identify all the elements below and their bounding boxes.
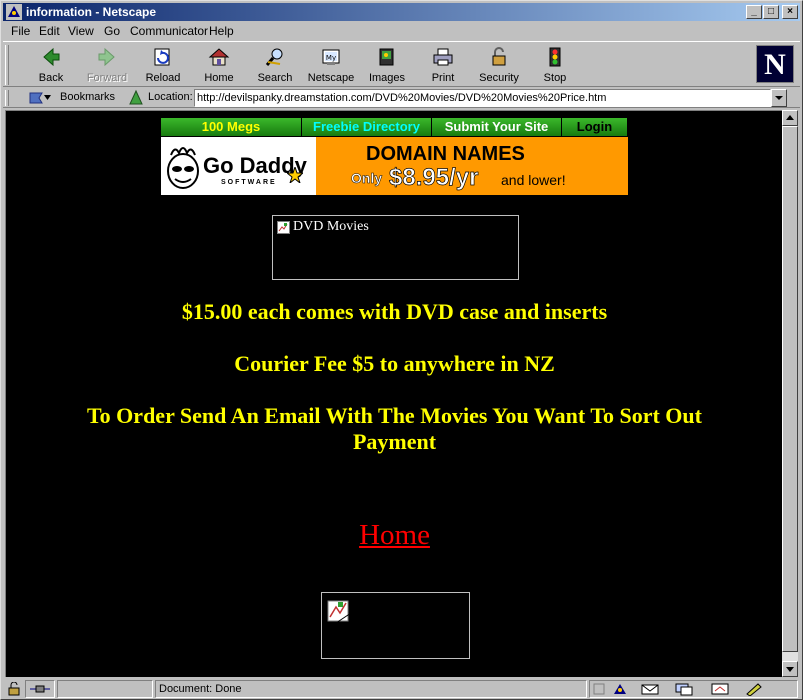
godaddy-ad[interactable]: Go Daddy SOFTWARE DOMAIN NAMES Only $8.9… — [161, 137, 628, 195]
home-icon — [208, 48, 230, 66]
menu-help[interactable]: Help — [209, 24, 234, 38]
banner-link-label: Freebie Directory — [313, 119, 420, 134]
bookmarks-icon[interactable] — [27, 89, 55, 107]
component-bar — [589, 680, 798, 698]
connection-icon — [30, 685, 50, 693]
banner-link-label: Login — [576, 119, 613, 134]
mail-icon[interactable] — [640, 682, 660, 696]
security-button[interactable]: Security — [471, 44, 527, 86]
banner-link-login[interactable]: Login — [562, 118, 628, 136]
home-button[interactable]: Home — [191, 44, 247, 86]
forward-arrow-icon — [98, 47, 115, 67]
page-viewport[interactable]: 100 Megs Freebie Directory Submit Your S… — [5, 110, 782, 677]
security-lock-icon[interactable] — [7, 682, 23, 696]
discussion-icon[interactable] — [674, 682, 694, 696]
edit-pen-icon[interactable] — [744, 682, 764, 696]
netscape-logo[interactable]: N — [756, 45, 794, 83]
netscape-button[interactable]: My Netscape — [303, 44, 359, 86]
menu-edit[interactable]: Edit — [39, 24, 60, 38]
status-text: Document: Done — [155, 680, 587, 698]
reload-icon — [154, 48, 170, 66]
broken-image-icon — [277, 221, 290, 234]
progress-bar — [57, 680, 153, 698]
scroll-thumb[interactable] — [782, 126, 798, 652]
netscape-my-icon: My — [322, 49, 340, 65]
back-arrow-icon — [43, 47, 60, 67]
banner-link-submit-site[interactable]: Submit Your Site — [432, 118, 562, 136]
title-bar[interactable]: information - Netscape _ □ × — [3, 3, 800, 21]
menu-view[interactable]: View — [68, 24, 94, 38]
search-button[interactable]: Search — [247, 44, 303, 86]
banner-nav: 100 Megs Freebie Directory Submit Your S… — [161, 118, 628, 136]
navigation-toolbar: Back Forward Reload Home Search My Netsc… — [3, 41, 800, 87]
navigator-icon[interactable] — [612, 682, 628, 696]
composer-icon[interactable] — [710, 682, 730, 696]
browser-window: information - Netscape _ □ × File Edit V… — [0, 0, 803, 700]
broken-image-icon — [327, 600, 355, 624]
minimize-button[interactable]: _ — [746, 5, 762, 19]
bottom-image — [321, 592, 470, 659]
forward-button[interactable]: Forward — [79, 44, 135, 86]
price-line: $15.00 each comes with DVD case and inse… — [181, 299, 608, 324]
images-icon — [379, 48, 394, 66]
location-label: Location: — [148, 91, 193, 103]
banner-link-label: Submit Your Site — [444, 119, 549, 134]
chevron-down-icon — [775, 96, 783, 100]
svg-text:My: My — [326, 54, 336, 62]
location-input[interactable]: http://devilspanky.dreamstation.com/DVD%… — [194, 89, 771, 107]
ad-only: Only — [351, 170, 383, 187]
courier-fee-line: Courier Fee $5 to anywhere in NZ — [234, 351, 555, 376]
stop-icon — [549, 47, 561, 67]
toolbar-grip[interactable] — [5, 45, 9, 85]
vertical-scrollbar[interactable] — [782, 110, 798, 677]
banner-link-freebie-directory[interactable]: Freebie Directory — [302, 118, 432, 136]
ad-price: $8.95/yr — [389, 164, 479, 192]
scroll-up-button[interactable] — [782, 110, 798, 126]
maximize-button[interactable]: □ — [763, 5, 779, 19]
stop-button[interactable]: Stop — [527, 44, 583, 86]
location-toolbar: Bookmarks Location: http://devilspanky.d… — [3, 88, 800, 108]
status-bar: Document: Done — [3, 679, 800, 699]
menu-bar: File Edit View Go Communicator Help — [3, 22, 800, 40]
chevron-up-icon — [786, 115, 794, 120]
close-button[interactable]: × — [782, 5, 798, 19]
reload-button[interactable]: Reload — [135, 44, 191, 86]
print-icon — [433, 48, 453, 66]
bookmarks-label[interactable]: Bookmarks — [60, 91, 115, 103]
netscape-app-icon — [6, 4, 22, 20]
star-icon — [287, 167, 303, 183]
window-title: information - Netscape — [26, 5, 157, 19]
godaddy-mascot-icon — [167, 147, 199, 189]
dvd-movies-image: DVD Movies — [272, 215, 519, 280]
search-icon — [265, 48, 283, 66]
banner-link-label: 100 Megs — [201, 119, 261, 134]
grip-icon — [593, 683, 605, 695]
home-link[interactable]: Home — [6, 519, 782, 552]
lock-icon — [492, 47, 506, 66]
location-page-icon[interactable] — [127, 89, 145, 107]
menu-communicator[interactable]: Communicator — [130, 24, 208, 38]
back-button[interactable]: Back — [23, 44, 79, 86]
location-dropdown-button[interactable] — [771, 89, 787, 107]
chevron-down-icon — [786, 667, 794, 672]
menu-file[interactable]: File — [11, 24, 30, 38]
ad-banner[interactable]: 100 Megs Freebie Directory Submit Your S… — [161, 118, 628, 196]
location-grip[interactable] — [5, 90, 9, 106]
connection-indicator — [25, 680, 55, 698]
scroll-down-button[interactable] — [782, 661, 798, 677]
print-button[interactable]: Print — [415, 44, 471, 86]
godaddy-logo-sub: SOFTWARE — [221, 179, 277, 186]
order-instructions: To Order Send An Email With The Movies Y… — [87, 403, 702, 454]
image-alt-text: DVD Movies — [293, 219, 369, 234]
banner-link-100-megs[interactable]: 100 Megs — [161, 118, 302, 136]
ad-tail: and lower! — [501, 172, 566, 188]
images-button[interactable]: Images — [359, 44, 415, 86]
menu-go[interactable]: Go — [104, 24, 120, 38]
ad-headline: DOMAIN NAMES — [366, 143, 525, 165]
